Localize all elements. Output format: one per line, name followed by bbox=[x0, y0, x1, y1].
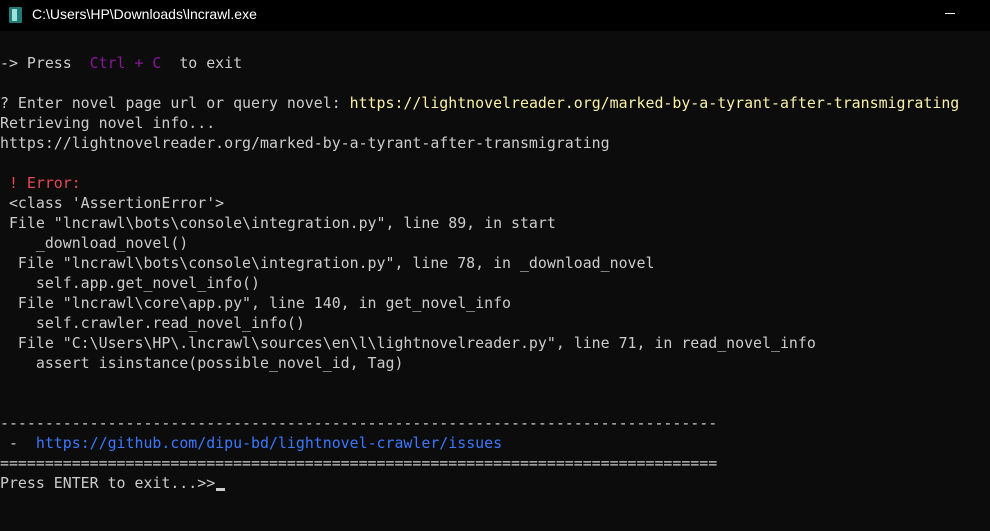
issue-prefix: - bbox=[0, 434, 36, 452]
trace-line: File "lncrawl\core\app.py", line 140, in… bbox=[0, 294, 512, 312]
trace-line: _download_novel() bbox=[0, 234, 189, 252]
terminal-output[interactable]: -> Press Ctrl + C to exit ? Enter novel … bbox=[0, 34, 990, 531]
exit-hint-suffix: to exit bbox=[170, 54, 243, 72]
trace-line: File "lncrawl\bots\console\integration.p… bbox=[0, 254, 655, 272]
prompt-value: https://lightnovelreader.org/marked-by-a… bbox=[349, 94, 960, 112]
exit-hint-prefix: -> Press bbox=[0, 54, 81, 72]
window-title: C:\Users\HP\Downloads\lncrawl.exe bbox=[32, 6, 257, 22]
retrieving-line: Retrieving novel info... bbox=[0, 114, 216, 132]
issue-link[interactable]: https://github.com/dipu-bd/lightnovel-cr… bbox=[36, 434, 502, 452]
prompt-line: ? Enter novel page url or query novel: h… bbox=[0, 93, 959, 113]
console-window: C:\Users\HP\Downloads\lncrawl.exe -> Pre… bbox=[0, 0, 990, 531]
error-heading: ! Error: bbox=[0, 174, 81, 192]
minimize-button[interactable] bbox=[928, 0, 974, 31]
error-class-line: <class 'AssertionError'> bbox=[0, 194, 225, 212]
novel-url-line: https://lightnovelreader.org/marked-by-a… bbox=[0, 134, 610, 152]
trace-line: assert isinstance(possible_novel_id, Tag… bbox=[0, 354, 404, 372]
issue-line: - https://github.com/dipu-bd/lightnovel-… bbox=[0, 433, 502, 453]
dash-separator: ----------------------------------------… bbox=[0, 414, 718, 432]
exit-prompt: Press ENTER to exit...>> bbox=[0, 474, 216, 492]
exit-hint-keys: Ctrl + C bbox=[89, 54, 162, 72]
trace-line: self.crawler.read_novel_info() bbox=[0, 314, 305, 332]
trace-line: File "C:\Users\HP\.lncrawl\sources\en\l\… bbox=[0, 334, 816, 352]
text-cursor bbox=[216, 488, 226, 491]
exit-hint-line: -> Press Ctrl + C to exit bbox=[0, 53, 242, 73]
trace-line: File "lncrawl\bots\console\integration.p… bbox=[0, 214, 556, 232]
equals-separator: ========================================… bbox=[0, 454, 718, 472]
prompt-label: ? Enter novel page url or query novel: bbox=[0, 94, 350, 112]
title-bar[interactable]: C:\Users\HP\Downloads\lncrawl.exe bbox=[0, 0, 990, 31]
app-icon bbox=[9, 7, 22, 23]
trace-line: self.app.get_novel_info() bbox=[0, 274, 260, 292]
exit-prompt-line: Press ENTER to exit...>> bbox=[0, 473, 226, 493]
